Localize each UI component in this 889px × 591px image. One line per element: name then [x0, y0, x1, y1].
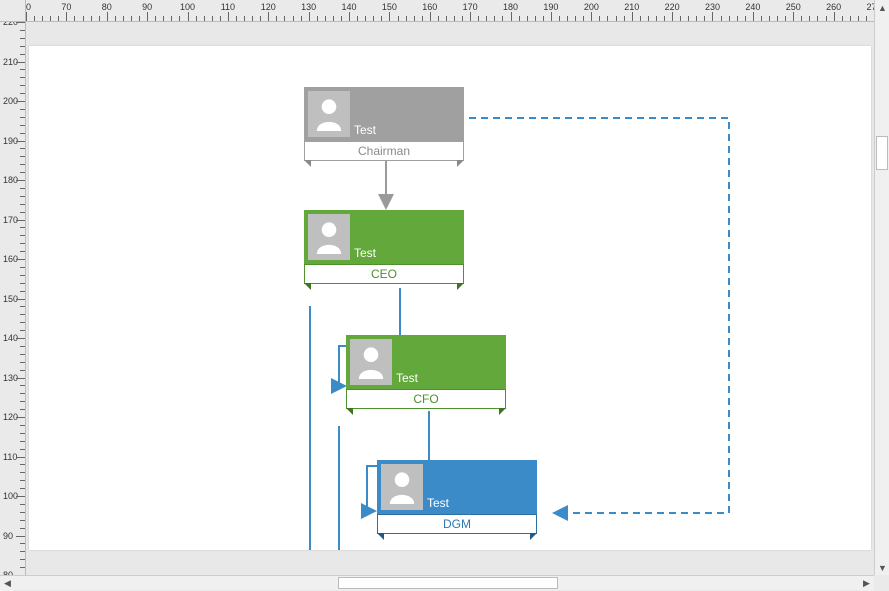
ruler-h-label: 120: [261, 2, 276, 12]
ruler-h-label: 190: [543, 2, 558, 12]
node-title: DGM: [377, 514, 537, 534]
ruler-h-label: 130: [301, 2, 316, 12]
node-name: Test: [396, 371, 418, 385]
scroll-corner: [874, 575, 889, 590]
page[interactable]: Test Chairman Test CEO Test CFO: [29, 46, 871, 550]
canvas[interactable]: Test Chairman Test CEO Test CFO: [26, 22, 874, 575]
ruler-h-label: 270: [866, 2, 874, 12]
ruler-h-label: 240: [745, 2, 760, 12]
edge-chairman-dgm-dashed[interactable]: [469, 118, 729, 513]
scroll-thumb-v[interactable]: [876, 136, 888, 170]
node-cfo[interactable]: Test CFO: [346, 335, 506, 409]
ruler-h-label: 180: [503, 2, 518, 12]
node-name: Test: [354, 123, 376, 137]
ruler-v-label: 90: [3, 531, 13, 541]
ruler-h-label: 110: [221, 2, 235, 12]
scroll-left-button[interactable]: ◀: [0, 576, 15, 591]
node-title: Chairman: [304, 141, 464, 161]
ruler-vertical: 2202102001901801701601501401301201101009…: [0, 22, 26, 575]
scrollbar-vertical[interactable]: ▲ ▼: [874, 0, 889, 575]
avatar-icon: [308, 91, 350, 137]
scroll-up-button[interactable]: ▲: [875, 0, 889, 15]
ruler-corner: [0, 0, 26, 22]
avatar-icon: [308, 214, 350, 260]
node-title: CEO: [304, 264, 464, 284]
ruler-h-label: 210: [624, 2, 639, 12]
ruler-h-label: 220: [665, 2, 680, 12]
node-ceo[interactable]: Test CEO: [304, 210, 464, 284]
ruler-h-label: 150: [382, 2, 397, 12]
ruler-h-label: 230: [705, 2, 720, 12]
avatar-icon: [350, 339, 392, 385]
scroll-right-button[interactable]: ▶: [859, 576, 874, 591]
ruler-h-label: 140: [342, 2, 357, 12]
scroll-down-button[interactable]: ▼: [875, 560, 889, 575]
node-body[interactable]: Test: [304, 87, 464, 141]
ruler-h-label: 170: [463, 2, 478, 12]
ruler-h-label: 200: [584, 2, 599, 12]
ruler-h-label: 160: [422, 2, 437, 12]
node-name: Test: [354, 246, 376, 260]
ruler-h-label: 250: [786, 2, 801, 12]
node-body[interactable]: Test: [377, 460, 537, 514]
ruler-horizontal: 60 70 80 90 100 110 120 130 140 150 160 170 180 190 20…: [26, 0, 874, 22]
scrollbar-horizontal[interactable]: ◀ ▶: [0, 575, 874, 590]
ruler-h-label: 260: [826, 2, 841, 12]
node-chairman[interactable]: Test Chairman: [304, 87, 464, 161]
node-body[interactable]: Test: [346, 335, 506, 389]
node-body[interactable]: Test: [304, 210, 464, 264]
avatar-icon: [381, 464, 423, 510]
scroll-thumb-h[interactable]: [338, 577, 558, 589]
ruler-h-label: 80: [102, 2, 112, 12]
ruler-h-label: 70: [61, 2, 71, 12]
ruler-h-label: 60: [26, 2, 31, 12]
ruler-v-label: 80: [3, 570, 13, 575]
ruler-h-label: 90: [142, 2, 152, 12]
node-name: Test: [427, 496, 449, 510]
node-title: CFO: [346, 389, 506, 409]
ruler-h-label: 100: [180, 2, 195, 12]
node-dgm[interactable]: Test DGM: [377, 460, 537, 534]
